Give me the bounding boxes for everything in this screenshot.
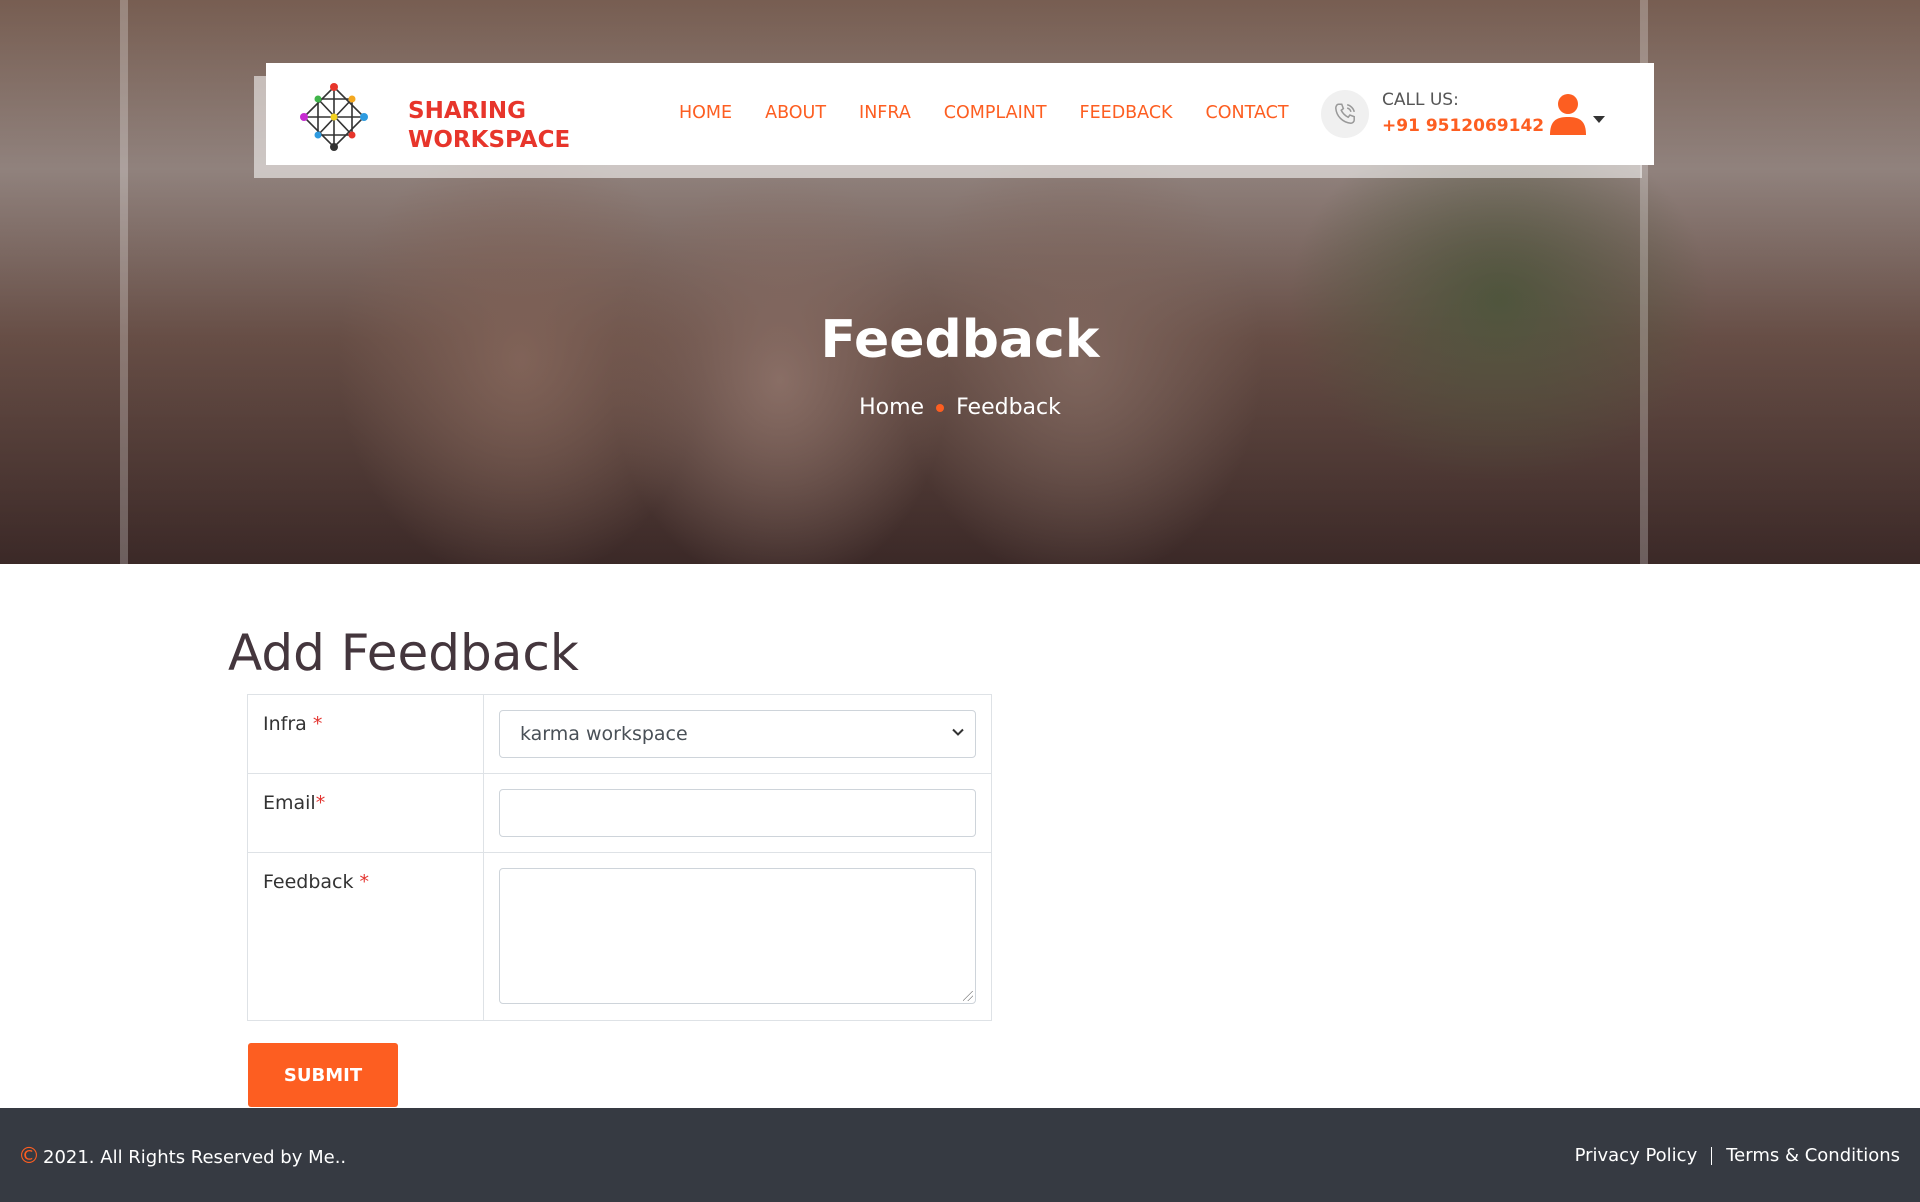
feedback-textarea[interactable] [499,868,976,1004]
form-row-infra: Infra * karma workspace [247,694,992,774]
chevron-down-icon[interactable] [1593,116,1605,123]
form-row-email: Email* [247,773,992,853]
site-footer: © 2021. All Rights Reserved by Me.. Priva… [0,1108,1920,1202]
copyright-text: 2021. All Rights Reserved by Me.. [43,1147,347,1168]
nav-complaint[interactable]: COMPLAINT [944,103,1047,123]
breadcrumb-home[interactable]: Home [859,395,924,420]
nav-infra[interactable]: INFRA [859,103,911,123]
divider [1711,1146,1713,1165]
call-label: CALL US: [1382,90,1459,110]
infra-label: Infra * [247,694,484,774]
form-row-feedback: Feedback * [247,852,992,1021]
email-field[interactable] [499,789,976,837]
required-mark: * [315,792,326,814]
phone-number[interactable]: +91 9512069142 [1382,116,1544,136]
copyright-icon: © [18,1144,40,1169]
form-title: Add Feedback [228,624,579,682]
email-label: Email* [247,773,484,853]
main-nav: HOME ABOUT INFRA COMPLAINT FEEDBACK CONT… [679,103,1322,123]
logo[interactable]: SHARING WORKSPACE [296,77,570,153]
required-mark: * [312,713,323,735]
copyright: © 2021. All Rights Reserved by Me.. [18,1144,346,1169]
user-icon[interactable] [1548,93,1588,135]
phone-icon [1321,90,1369,138]
logo-text: SHARING WORKSPACE [408,98,571,153]
breadcrumb: Home Feedback [0,395,1920,420]
hero-decor [120,0,128,564]
breadcrumb-current: Feedback [956,395,1061,420]
privacy-policy-link[interactable]: Privacy Policy [1575,1145,1698,1166]
network-logo-icon [300,83,368,151]
nav-feedback[interactable]: FEEDBACK [1080,103,1173,123]
terms-link[interactable]: Terms & Conditions [1726,1145,1900,1166]
feedback-form: Infra * karma workspace Email* Feedback … [247,694,992,1021]
nav-about[interactable]: ABOUT [765,103,826,123]
nav-home[interactable]: HOME [679,103,732,123]
nav-contact[interactable]: CONTACT [1206,103,1289,123]
chevron-down-icon [951,725,965,743]
infra-select[interactable]: karma workspace [499,710,976,758]
required-mark: * [359,871,370,893]
page-title: Feedback [820,310,1100,370]
site-header: SHARING WORKSPACE HOME ABOUT INFRA COMPL… [266,63,1654,165]
breadcrumb-separator [936,404,945,412]
feedback-label: Feedback * [247,852,484,1021]
resize-handle-icon[interactable] [963,991,973,1001]
footer-links: Privacy Policy Terms & Conditions [1575,1145,1900,1166]
submit-button[interactable]: SUBMIT [248,1043,398,1107]
